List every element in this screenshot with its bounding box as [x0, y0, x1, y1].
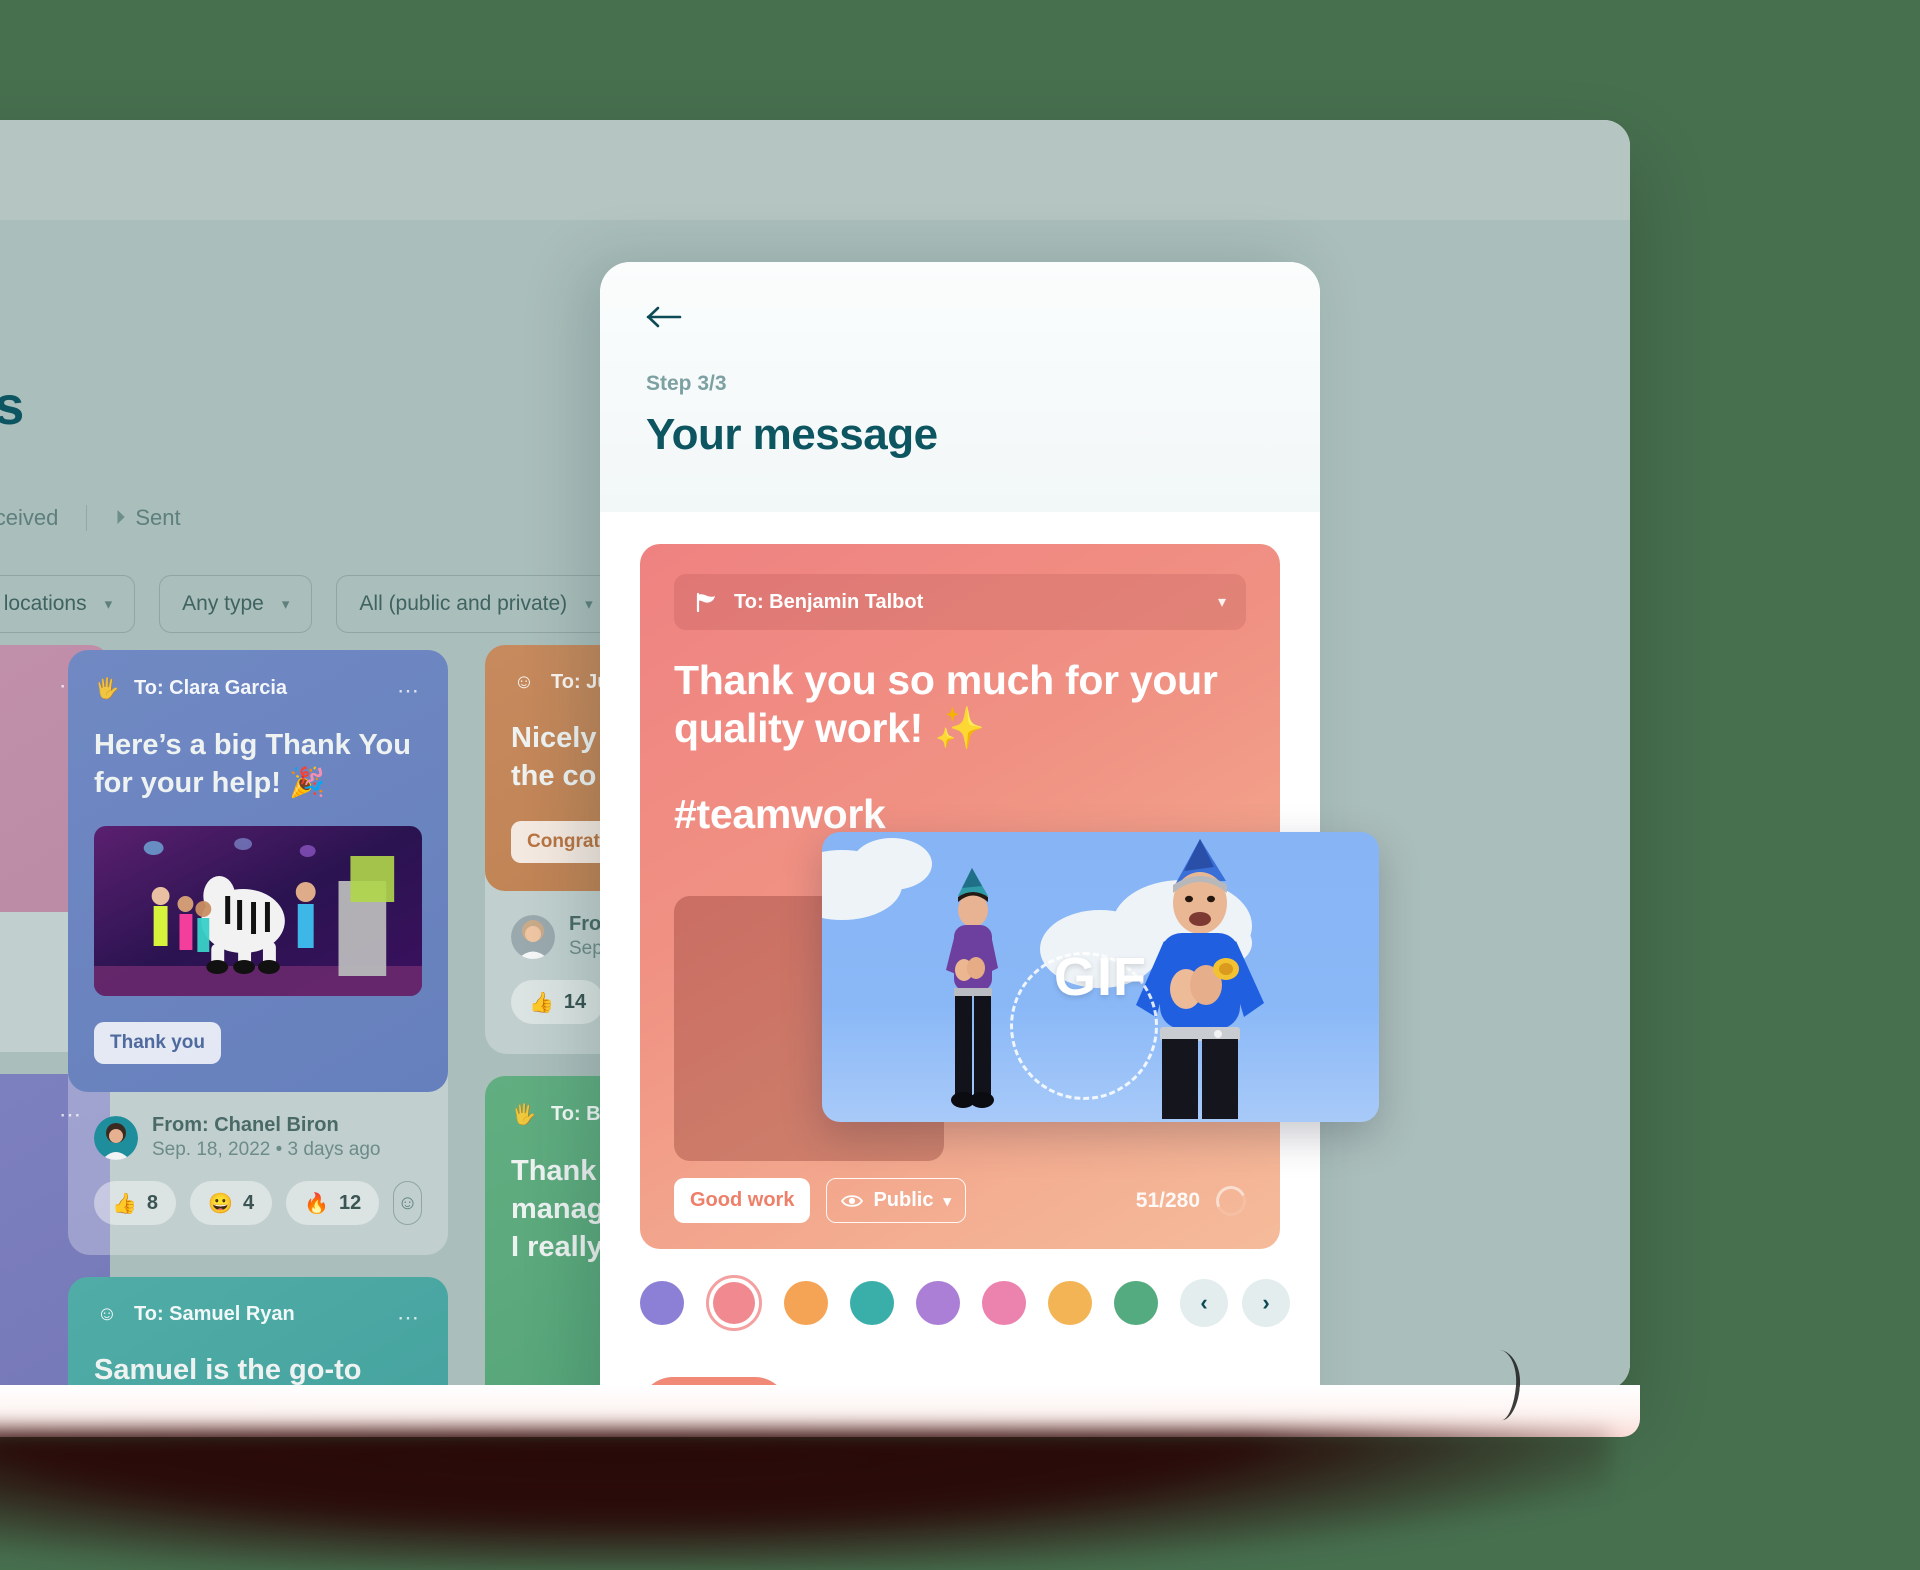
next-button[interactable]: › — [1242, 1279, 1290, 1327]
tab-bar: l ✓ Received ⏵ Sent — [0, 505, 209, 531]
app-topbar — [0, 120, 1630, 220]
highfive-recipient: 🖐 To: Clara Garcia — [94, 676, 422, 701]
swatch-teal[interactable] — [850, 1281, 894, 1325]
swatch-periwinkle[interactable] — [640, 1281, 684, 1325]
reaction-row: 👍 8 😀 4 🔥 12 ☺ — [94, 1181, 422, 1225]
send-icon: ⏵ — [115, 507, 125, 530]
avatar — [511, 915, 555, 959]
swatch-coral-selected[interactable] — [706, 1275, 762, 1331]
thumbs-up-icon: 👍 — [529, 990, 554, 1015]
page-title: igh fives — [0, 375, 24, 437]
scene: igh fives l ✓ Received ⏵ Sent y time — [0, 0, 1920, 1536]
avatar-image — [511, 915, 555, 959]
message-text[interactable]: Thank you so much for your quality work!… — [674, 656, 1246, 753]
highfive-message: Here’s a big Thank You for your help! 🎉 — [94, 727, 422, 802]
highfive-tag[interactable]: Thank you — [94, 1022, 221, 1064]
highfive-footer: From: Chanel Biron Sep. 18, 2022 • 3 day… — [68, 1092, 448, 1249]
eye-icon — [841, 1193, 863, 1209]
progress-ring-icon — [1212, 1181, 1250, 1219]
reaction-pill[interactable]: 🔥 12 — [286, 1181, 379, 1225]
more-options-icon[interactable]: ⋯ — [397, 1305, 422, 1331]
highfive-recipient: ☺ To: Samuel Ryan — [94, 1303, 422, 1326]
character-count-label: 51/280 — [1136, 1189, 1200, 1213]
message-hashtag[interactable]: #teamwork — [674, 791, 1246, 838]
reaction-pill[interactable]: 😀 4 — [190, 1181, 272, 1225]
modal-header: Step 3/3 Your message — [600, 262, 1320, 512]
reaction-count: 8 — [147, 1192, 158, 1215]
visibility-selector[interactable]: Public ▾ — [826, 1178, 966, 1223]
reaction-pill[interactable]: 👍 8 — [94, 1181, 176, 1225]
party-dancers-image — [94, 826, 422, 996]
reaction-pill[interactable]: 👍 14 — [511, 980, 604, 1024]
swatch-pink[interactable] — [982, 1281, 1026, 1325]
gif-label: GIF — [822, 832, 1379, 1122]
card-column-2: ⋯ 🖐 To: Clara Garcia Here’s a big Thank … — [68, 650, 448, 1390]
reaction-count: 12 — [339, 1192, 361, 1215]
raised-hand-icon: 🖐 — [511, 1102, 537, 1127]
avatar — [94, 1116, 138, 1160]
chevron-down-icon[interactable]: ▾ — [1218, 592, 1226, 612]
character-counter: 51/280 — [1136, 1186, 1246, 1216]
laptop-shadow — [0, 1430, 1610, 1570]
filter-locations-label: All locations — [0, 592, 87, 616]
avatar-image — [94, 1116, 138, 1160]
chevron-down-icon: ▾ — [943, 1192, 951, 1210]
highfive-card-body: ⋯ 🖐 To: Clara Garcia Here’s a big Thank … — [68, 650, 448, 1092]
filter-type-label: Any type — [182, 592, 264, 616]
filter-type[interactable]: Any type ▾ — [159, 575, 312, 633]
swatch-orange[interactable] — [784, 1281, 828, 1325]
filter-bar: y time ▾ All locations ▾ Any type ▾ All … — [0, 575, 616, 633]
reaction-count: 14 — [564, 991, 586, 1014]
compose-toolbar: Good work Public ▾ 51/280 — [674, 1178, 1246, 1223]
visibility-label: Public — [873, 1189, 933, 1212]
prev-button[interactable]: ‹ — [1180, 1279, 1228, 1327]
smiley-icon: ☺ — [94, 1303, 120, 1326]
fire-icon: 🔥 — [304, 1191, 329, 1216]
highfive-sender-name: From: Chanel Biron — [152, 1114, 381, 1137]
chevron-down-icon: ▾ — [105, 595, 113, 613]
step-label: Step 3/3 — [646, 372, 1274, 396]
tag-chip[interactable]: Good work — [674, 1178, 810, 1223]
tab-received[interactable]: ✓ Received — [0, 505, 86, 531]
swatch-coral-inner — [713, 1282, 755, 1324]
swatch-nav: ‹ › — [1180, 1279, 1290, 1327]
highfive-media[interactable] — [94, 826, 422, 996]
thumbs-up-icon: 👍 — [112, 1191, 137, 1216]
color-swatch-row: ‹ › — [640, 1275, 1280, 1331]
highfive-recipient-label: To: Samuel Ryan — [134, 1303, 295, 1326]
gif-preview-popover[interactable]: GIF — [822, 832, 1379, 1122]
highfive-card-body: ⋯ ☺ To: Samuel Ryan Samuel is the go-to … — [68, 1277, 448, 1390]
recipient-label: To: Benjamin Talbot — [734, 591, 923, 614]
swatch-amber[interactable] — [1048, 1281, 1092, 1325]
compose-modal: Step 3/3 Your message To: Benjamin Talbo… — [600, 262, 1320, 1390]
highfive-recipient-label: To: Clara Garcia — [134, 677, 287, 700]
page-title: Your message — [646, 410, 1274, 460]
smile-icon: 😀 — [208, 1191, 233, 1216]
raised-hand-icon: 🖐 — [94, 676, 120, 701]
filter-locations[interactable]: All locations ▾ — [0, 575, 135, 633]
chevron-down-icon: ▾ — [585, 595, 593, 613]
highfive-date: Sep. 18, 2022 • 3 days ago — [152, 1139, 381, 1161]
tab-received-label: Received — [0, 505, 58, 531]
tab-sent-label: Sent — [135, 505, 180, 531]
highfive-card[interactable]: ⋯ 🖐 To: Clara Garcia Here’s a big Thank … — [68, 650, 448, 1255]
filter-visibility-label: All (public and private) — [359, 592, 567, 616]
arrow-left-icon — [646, 304, 686, 330]
reaction-count: 4 — [243, 1192, 254, 1215]
tab-sent[interactable]: ⏵ Sent — [87, 505, 208, 531]
highfive-sender: From: Chanel Biron Sep. 18, 2022 • 3 day… — [94, 1114, 422, 1161]
swatch-violet[interactable] — [916, 1281, 960, 1325]
swatch-green[interactable] — [1114, 1281, 1158, 1325]
smiley-icon: ☺ — [511, 671, 537, 694]
laptop-screen: igh fives l ✓ Received ⏵ Sent y time — [0, 120, 1630, 1390]
recipient-selector[interactable]: To: Benjamin Talbot ▾ — [674, 574, 1246, 630]
flag-icon — [694, 592, 720, 612]
chevron-down-icon: ▾ — [282, 595, 290, 613]
highfive-card[interactable]: ⋯ ☺ To: Samuel Ryan Samuel is the go-to … — [68, 1277, 448, 1390]
add-reaction-icon[interactable]: ☺ — [393, 1181, 422, 1225]
filter-visibility[interactable]: All (public and private) ▾ — [336, 575, 615, 633]
back-button[interactable] — [646, 302, 690, 332]
more-options-icon[interactable]: ⋯ — [397, 678, 422, 704]
